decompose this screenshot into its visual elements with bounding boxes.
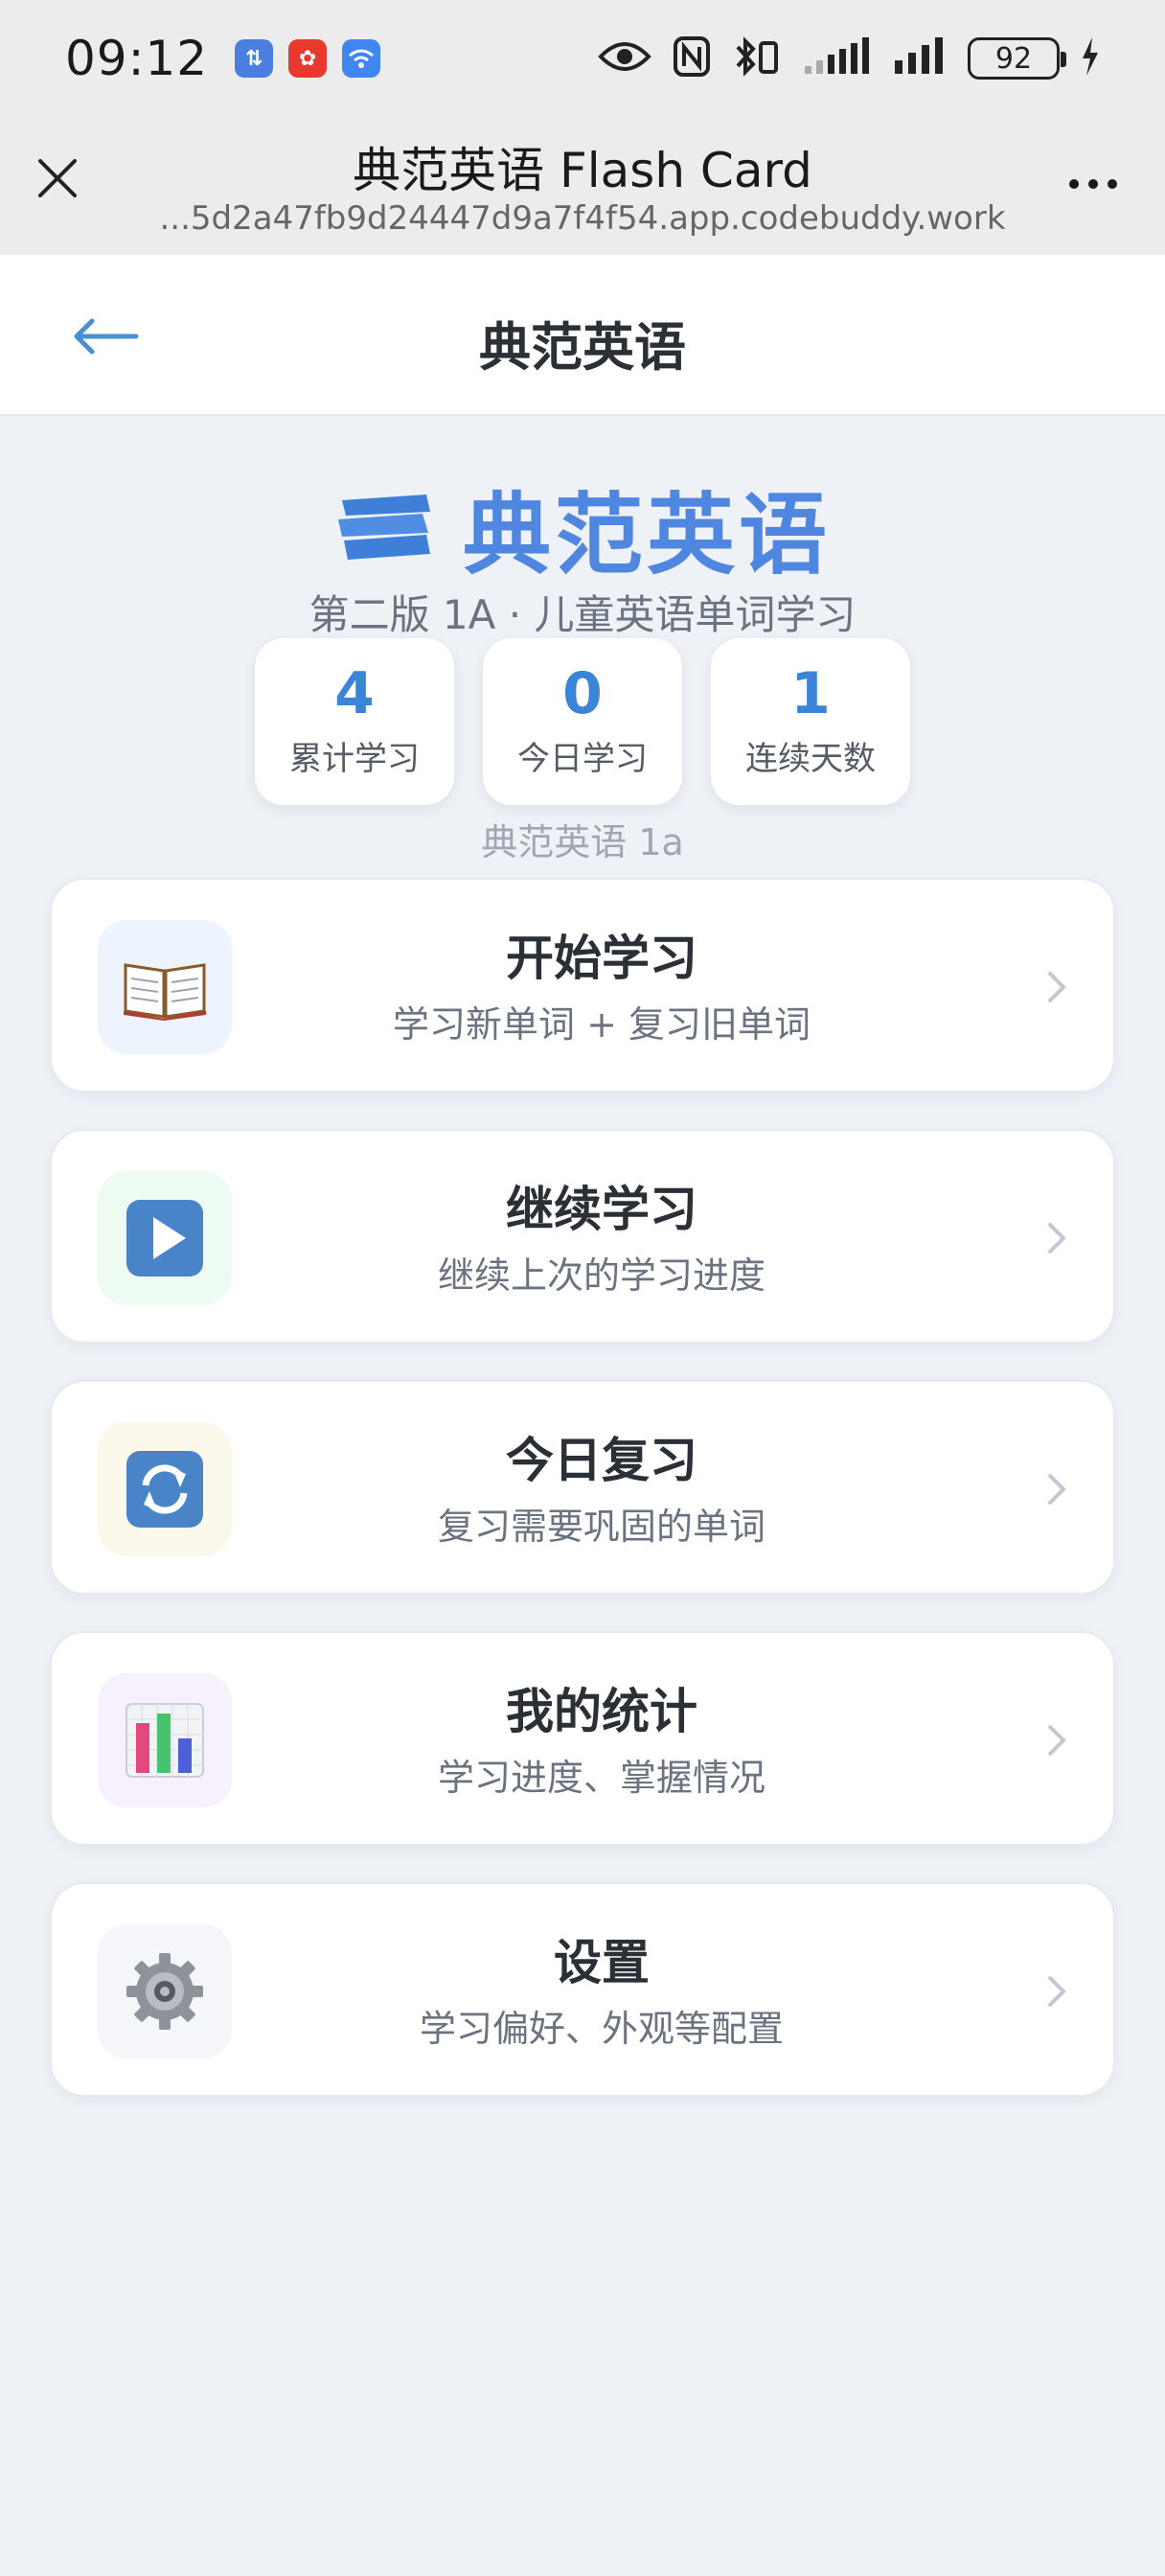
hero: 典范英语: [0, 470, 1165, 586]
browser-title: 典范英语 Flash Card: [353, 143, 812, 198]
continue-learning-card[interactable]: 继续学习 继续上次的学习进度: [50, 1129, 1115, 1344]
data-transfer-icon: ⇅: [235, 39, 274, 78]
stats-row: 4 累计学习 0 今日学习 1 连续天数: [255, 638, 910, 805]
menu-title: 今日复习: [506, 1433, 697, 1488]
menu-description: 继续上次的学习进度: [437, 1254, 765, 1297]
hero-title: 典范英语: [462, 483, 831, 586]
browser-url[interactable]: ...5d2a47fb9d24447d9a7f4f54.app.codebudd…: [0, 199, 1165, 238]
browser-bar: 典范英语 Flash Card ...5d2a47fb9d24447d9a7f4…: [0, 117, 1165, 255]
stacked-books-icon: [337, 494, 430, 560]
hero-subtitle: 第二版 1A · 儿童英语单词学习: [308, 591, 857, 638]
status-right: 92: [598, 35, 1100, 81]
chevron-right-icon: [1048, 1474, 1066, 1505]
menu-text: 今日复习 复习需要巩固的单词: [205, 1432, 998, 1550]
bluetooth-icon: [732, 35, 782, 81]
battery-indicator: 92: [968, 37, 1066, 80]
my-stats-card[interactable]: 我的统计 学习进度、掌握情况: [50, 1631, 1115, 1846]
wifi-share-icon: [342, 39, 381, 78]
settings-card[interactable]: 设置 学习偏好、外观等配置: [50, 1882, 1115, 2097]
today-review-card[interactable]: 今日复习 复习需要巩固的单词: [50, 1380, 1115, 1595]
more-dot: [1088, 179, 1098, 189]
menu-text: 继续学习 继续上次的学习进度: [205, 1181, 998, 1299]
more-options-button[interactable]: [1060, 165, 1127, 203]
chevron-right-icon: [1048, 1223, 1066, 1254]
menu-text: 开始学习 学习新单词 + 复习旧单词: [205, 930, 998, 1047]
chevron-right-icon: [1048, 1725, 1066, 1756]
stat-total-learned: 4 累计学习: [255, 638, 454, 805]
play-icon: [126, 1200, 203, 1276]
stat-value: 4: [334, 659, 375, 727]
stat-value: 1: [790, 659, 831, 727]
refresh-icon: [126, 1451, 203, 1528]
stat-label: 连续天数: [745, 739, 876, 778]
menu-description: 学习进度、掌握情况: [437, 1757, 765, 1799]
stat-label: 今日学习: [517, 739, 648, 778]
stat-today-learned: 0 今日学习: [483, 638, 682, 805]
eye-icon: [598, 39, 651, 78]
app-header: 典范英语: [0, 255, 1165, 416]
menu-title: 我的统计: [506, 1684, 697, 1739]
stat-value: 0: [562, 659, 603, 727]
more-dot: [1108, 179, 1117, 189]
menu-description: 复习需要巩固的单词: [437, 1506, 765, 1548]
bar-chart-icon: [126, 1703, 204, 1778]
stat-streak-days: 1 连续天数: [711, 638, 910, 805]
start-learning-card[interactable]: 开始学习 学习新单词 + 复习旧单词: [50, 878, 1115, 1092]
menu-description: 学习新单词 + 复习旧单词: [393, 1003, 811, 1046]
chevron-right-icon: [1048, 972, 1066, 1002]
menu-text: 我的统计 学习进度、掌握情况: [205, 1683, 998, 1801]
menu-text: 设置 学习偏好、外观等配置: [205, 1934, 998, 2052]
status-left: 09:12 ⇅ ✿: [65, 31, 381, 86]
book-caption: 典范英语 1a: [481, 821, 684, 863]
menu-title: 开始学习: [506, 931, 697, 986]
status-time: 09:12: [65, 31, 209, 86]
app-notification-icon: ✿: [288, 39, 328, 78]
menu-title: 继续学习: [506, 1182, 697, 1237]
more-dot: [1069, 179, 1079, 189]
open-book-icon: [124, 963, 206, 1021]
stat-label: 累计学习: [289, 739, 420, 778]
menu-list: 开始学习 学习新单词 + 复习旧单词 继续学习 继续上次的学习进度 今日复习 复…: [50, 878, 1115, 2133]
signal-icon-sim2: [893, 37, 947, 80]
gear-icon: [126, 1953, 203, 2030]
menu-title: 设置: [554, 1935, 650, 1990]
status-bar: 09:12 ⇅ ✿ 92: [0, 0, 1165, 117]
signal-icon-sim1: [803, 37, 872, 80]
chevron-right-icon: [1048, 1976, 1066, 2007]
menu-description: 学习偏好、外观等配置: [419, 2008, 784, 2050]
charging-icon: [1081, 37, 1100, 80]
page-title: 典范英语: [479, 317, 686, 378]
nfc-icon: [673, 35, 711, 81]
